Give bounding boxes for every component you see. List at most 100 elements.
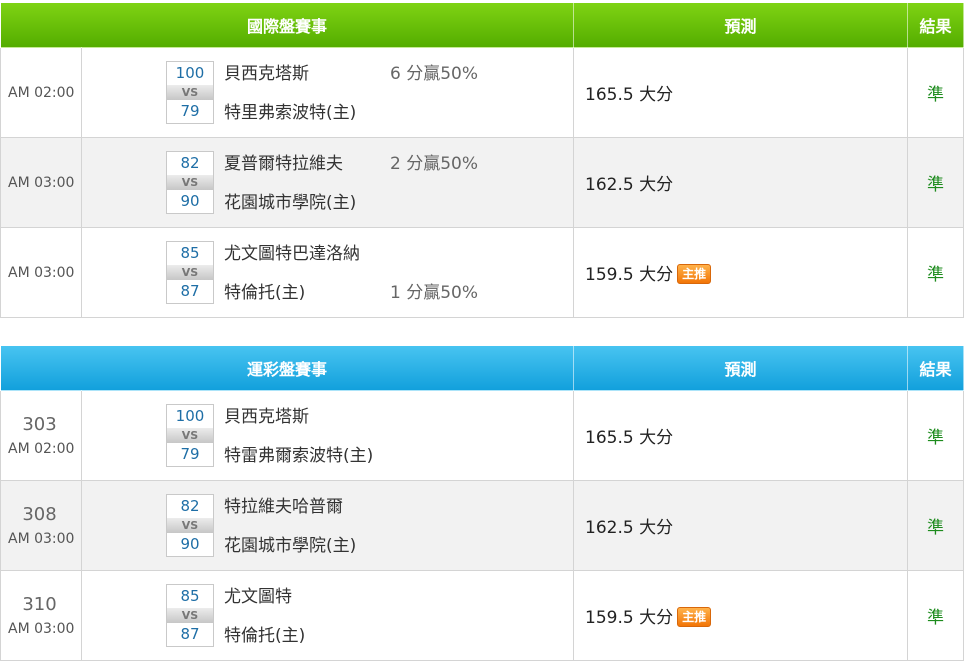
home-team: 尤文圖特巴達洛納 — [224, 244, 360, 264]
handicap-label: 1 分贏50% — [390, 283, 479, 303]
home-team: 夏普爾特拉維夫 — [224, 154, 343, 174]
score-box: 82 VS 90 — [166, 494, 214, 557]
match-row: 310 AM 03:00 85 VS 87 尤文圖特 特倫托(主) 159.5 大分 主推準 — [0, 570, 964, 661]
international-table: 國際盤賽事 預測 結果 AM 02:00 100 VS 79 貝西克塔斯特里弗索波特(主… — [0, 3, 964, 318]
lottery-event-header: 運彩盤賽事 — [0, 346, 575, 391]
match-cell: 100 VS 79 貝西克塔斯 特雷弗爾索波特(主) — [80, 390, 575, 481]
result-cell: 準 — [907, 570, 964, 661]
home-team: 特拉維夫哈普爾 — [224, 497, 343, 517]
match-row: 303 AM 02:00 100 VS 79 貝西克塔斯 特雷弗爾索波特(主) 165.5 大… — [0, 390, 964, 481]
prediction-value: 165.5 大分 — [585, 85, 674, 105]
match-row: AM 03:00 85 VS 87 尤文圖特巴達洛納 特倫托(主) 1 分贏50% 159.5… — [0, 227, 964, 318]
away-team: 花園城市學院(主) — [224, 536, 357, 556]
away-score: 90 — [180, 192, 200, 210]
vs-label: VS — [167, 428, 213, 443]
match-cell: 85 VS 87 尤文圖特特倫托(主) — [80, 570, 575, 661]
home-team: 尤文圖特 — [224, 587, 292, 607]
match-number: 310 — [22, 594, 57, 615]
prediction-cell: 165.5 大分 — [573, 390, 909, 481]
prediction-cell: 159.5 大分 主推 — [573, 570, 909, 661]
recommend-badge: 主推 — [677, 264, 712, 284]
prediction-value: 159.5 大分 — [585, 608, 674, 628]
match-row: 308 AM 03:00 82 VS 90 特拉維夫哈普爾 花園城市學院(主) 162.5 大… — [0, 480, 964, 571]
match-time-cell: 303 AM 02:00 — [0, 390, 82, 481]
handicap-label: 6 分贏50% — [390, 64, 479, 84]
match-time: AM 03:00 — [8, 264, 75, 281]
match-time-cell: 308 AM 03:00 — [0, 480, 82, 571]
home-team: 貝西克塔斯 — [224, 407, 309, 427]
home-team: 貝西克塔斯 — [224, 64, 309, 84]
handicap-label: 2 分贏50% — [390, 154, 479, 174]
home-score: 85 — [180, 244, 200, 262]
prediction-value: 159.5 大分 — [585, 265, 674, 285]
home-score: 82 — [180, 154, 200, 172]
international-result-header: 結果 — [907, 3, 964, 48]
match-cell: 85 VS 87 尤文圖特巴達洛納 特倫托(主) 1 分贏50% — [80, 227, 575, 318]
lottery-table: 運彩盤賽事 預測 結果 303 AM 02:00 100 VS 79 貝西克塔斯 特雷弗爾索… — [0, 346, 964, 661]
away-score: 87 — [180, 625, 200, 643]
score-box: 100 VS 79 — [166, 404, 214, 467]
lottery-prediction-header: 預測 — [573, 346, 909, 391]
result-cell: 準 — [907, 390, 964, 481]
away-score: 90 — [180, 535, 200, 553]
lottery-result-header: 結果 — [907, 346, 964, 391]
vs-label: VS — [167, 175, 213, 190]
match-number: 308 — [22, 504, 57, 525]
match-number: 303 — [22, 414, 57, 435]
away-team: 特倫托(主) — [224, 626, 306, 646]
match-row: AM 02:00 100 VS 79 貝西克塔斯特里弗索波特(主) 6 分贏50% 165.… — [0, 47, 964, 138]
away-score: 79 — [180, 445, 200, 463]
result-value: 準 — [927, 85, 945, 105]
away-score: 79 — [180, 102, 200, 120]
international-prediction-header: 預測 — [573, 3, 909, 48]
match-cell: 100 VS 79 貝西克塔斯特里弗索波特(主) 6 分贏50% — [80, 47, 575, 138]
vs-label: VS — [167, 265, 213, 280]
international-event-header: 國際盤賽事 — [0, 3, 575, 48]
score-box: 85 VS 87 — [166, 584, 214, 647]
vs-label: VS — [167, 608, 213, 623]
result-cell: 準 — [907, 137, 964, 228]
match-cell: 82 VS 90 特拉維夫哈普爾 花園城市學院(主) — [80, 480, 575, 571]
prediction-cell: 159.5 大分 主推 — [573, 227, 909, 318]
lottery-header: 運彩盤賽事 預測 結果 — [0, 346, 964, 391]
result-value: 準 — [927, 175, 945, 195]
result-cell: 準 — [907, 480, 964, 571]
away-team: 特倫托(主) — [224, 283, 306, 303]
match-time: AM 03:00 — [8, 174, 75, 191]
match-time-cell: AM 02:00 — [0, 47, 82, 138]
vs-label: VS — [167, 85, 213, 100]
match-time-cell: AM 03:00 — [0, 227, 82, 318]
match-cell: 82 VS 90 夏普爾特拉維夫 花園城市學院(主) 2 分贏50% — [80, 137, 575, 228]
match-row: AM 03:00 82 VS 90 夏普爾特拉維夫 花園城市學院(主) 2 分贏50% 162… — [0, 137, 964, 228]
score-box: 100 VS 79 — [166, 61, 214, 124]
home-score: 100 — [175, 64, 205, 82]
match-time-cell: AM 03:00 — [0, 137, 82, 228]
prediction-cell: 162.5 大分 — [573, 137, 909, 228]
match-time-cell: 310 AM 03:00 — [0, 570, 82, 661]
result-value: 準 — [927, 518, 945, 538]
away-score: 87 — [180, 282, 200, 300]
international-header: 國際盤賽事 預測 結果 — [0, 3, 964, 48]
match-time: AM 03:00 — [8, 621, 75, 637]
prediction-value: 162.5 大分 — [585, 518, 674, 538]
prediction-cell: 165.5 大分 — [573, 47, 909, 138]
score-box: 82 VS 90 — [166, 151, 214, 214]
match-time: AM 03:00 — [8, 531, 75, 547]
result-value: 準 — [927, 265, 945, 285]
result-value: 準 — [927, 428, 945, 448]
home-score: 100 — [175, 407, 205, 425]
result-value: 準 — [927, 608, 945, 628]
result-cell: 準 — [907, 47, 964, 138]
prediction-cell: 162.5 大分 — [573, 480, 909, 571]
away-team: 花園城市學院(主) — [224, 193, 357, 213]
home-score: 85 — [180, 587, 200, 605]
result-cell: 準 — [907, 227, 964, 318]
score-box: 85 VS 87 — [166, 241, 214, 304]
vs-label: VS — [167, 518, 213, 533]
match-time: AM 02:00 — [8, 84, 75, 101]
match-time: AM 02:00 — [8, 441, 75, 457]
recommend-badge: 主推 — [677, 607, 712, 627]
away-team: 特里弗索波特(主) — [224, 103, 357, 123]
prediction-value: 165.5 大分 — [585, 428, 674, 448]
home-score: 82 — [180, 497, 200, 515]
